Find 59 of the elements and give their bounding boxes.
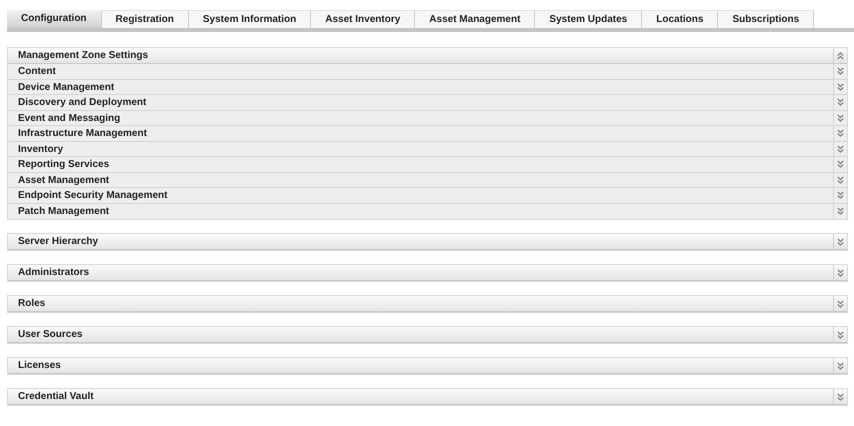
panel-header[interactable]: Server Hierarchy bbox=[8, 234, 847, 250]
expand-chevron-icon[interactable] bbox=[837, 114, 844, 122]
tab[interactable]: Subscriptions bbox=[718, 10, 814, 28]
settings-row[interactable]: Content bbox=[8, 64, 847, 80]
panel-header[interactable]: Roles bbox=[8, 296, 847, 312]
panel-header[interactable]: User Sources bbox=[8, 327, 847, 343]
row-label: Infrastructure Management bbox=[17, 127, 148, 140]
row-label: Event and Messaging bbox=[17, 112, 122, 125]
expand-chevron-icon[interactable] bbox=[837, 144, 844, 153]
panel-title: Roles bbox=[17, 297, 46, 311]
expand-chevron-icon[interactable] bbox=[837, 238, 844, 246]
settings-row[interactable]: Discovery and Deployment bbox=[8, 95, 847, 110]
panel-title: User Sources bbox=[17, 328, 84, 342]
expand-chevron-icon[interactable] bbox=[837, 98, 844, 106]
tab[interactable]: Configuration bbox=[7, 10, 102, 28]
row-label: Content bbox=[17, 65, 57, 78]
panel-title: Server Hierarchy bbox=[17, 235, 100, 249]
tab[interactable]: System Updates bbox=[535, 10, 642, 28]
settings-row[interactable]: Infrastructure Management bbox=[8, 126, 847, 142]
expand-chevron-icon[interactable] bbox=[837, 67, 844, 76]
expand-chevron-icon[interactable] bbox=[837, 207, 844, 216]
tab[interactable]: System Information bbox=[188, 10, 312, 28]
settings-row[interactable]: Device Management bbox=[8, 80, 847, 95]
expand-chevron-icon[interactable] bbox=[837, 129, 844, 138]
panel-header[interactable]: Administrators bbox=[8, 265, 847, 281]
expand-chevron-icon[interactable] bbox=[837, 362, 844, 370]
settings-row[interactable]: Inventory bbox=[8, 142, 847, 157]
settings-row[interactable]: Asset Management bbox=[8, 172, 847, 188]
row-label: Asset Management bbox=[17, 174, 110, 187]
expand-chevron-icon[interactable] bbox=[837, 82, 844, 91]
row-label: Reporting Services bbox=[17, 158, 110, 172]
row-label: Endpoint Security Management bbox=[17, 189, 168, 202]
expand-chevron-icon[interactable] bbox=[837, 392, 844, 400]
settings-row[interactable]: Event and Messaging bbox=[8, 110, 847, 126]
settings-row[interactable]: Reporting Services bbox=[8, 157, 847, 172]
settings-row[interactable]: Endpoint Security Management bbox=[8, 188, 847, 204]
settings-row[interactable]: Patch Management bbox=[8, 204, 847, 219]
row-label: Discovery and Deployment bbox=[17, 96, 148, 110]
tab[interactable]: Asset Management bbox=[415, 10, 536, 28]
expand-chevron-icon[interactable] bbox=[837, 330, 844, 338]
row-label: Inventory bbox=[17, 142, 64, 156]
row-label: Patch Management bbox=[17, 204, 110, 218]
panel-title: Licenses bbox=[17, 359, 62, 373]
tab[interactable]: Locations bbox=[642, 10, 718, 28]
panel-title: Credential Vault bbox=[17, 390, 95, 404]
panel-header[interactable]: Licenses bbox=[8, 358, 847, 374]
expand-chevron-icon[interactable] bbox=[837, 160, 844, 168]
expand-chevron-icon[interactable] bbox=[837, 191, 844, 200]
panel-title: Administrators bbox=[17, 266, 90, 280]
collapse-chevron-icon[interactable] bbox=[837, 52, 844, 60]
tab[interactable]: Registration bbox=[102, 10, 189, 28]
tab[interactable]: Asset Inventory bbox=[311, 10, 416, 28]
expand-chevron-icon[interactable] bbox=[837, 268, 844, 276]
expand-chevron-icon[interactable] bbox=[837, 300, 844, 308]
panel-title: Management Zone Settings bbox=[17, 49, 150, 63]
panel-header[interactable]: Management Zone Settings bbox=[8, 48, 847, 64]
row-label: Device Management bbox=[17, 80, 116, 94]
expand-chevron-icon[interactable] bbox=[837, 176, 844, 184]
panel-header[interactable]: Credential Vault bbox=[8, 389, 847, 405]
